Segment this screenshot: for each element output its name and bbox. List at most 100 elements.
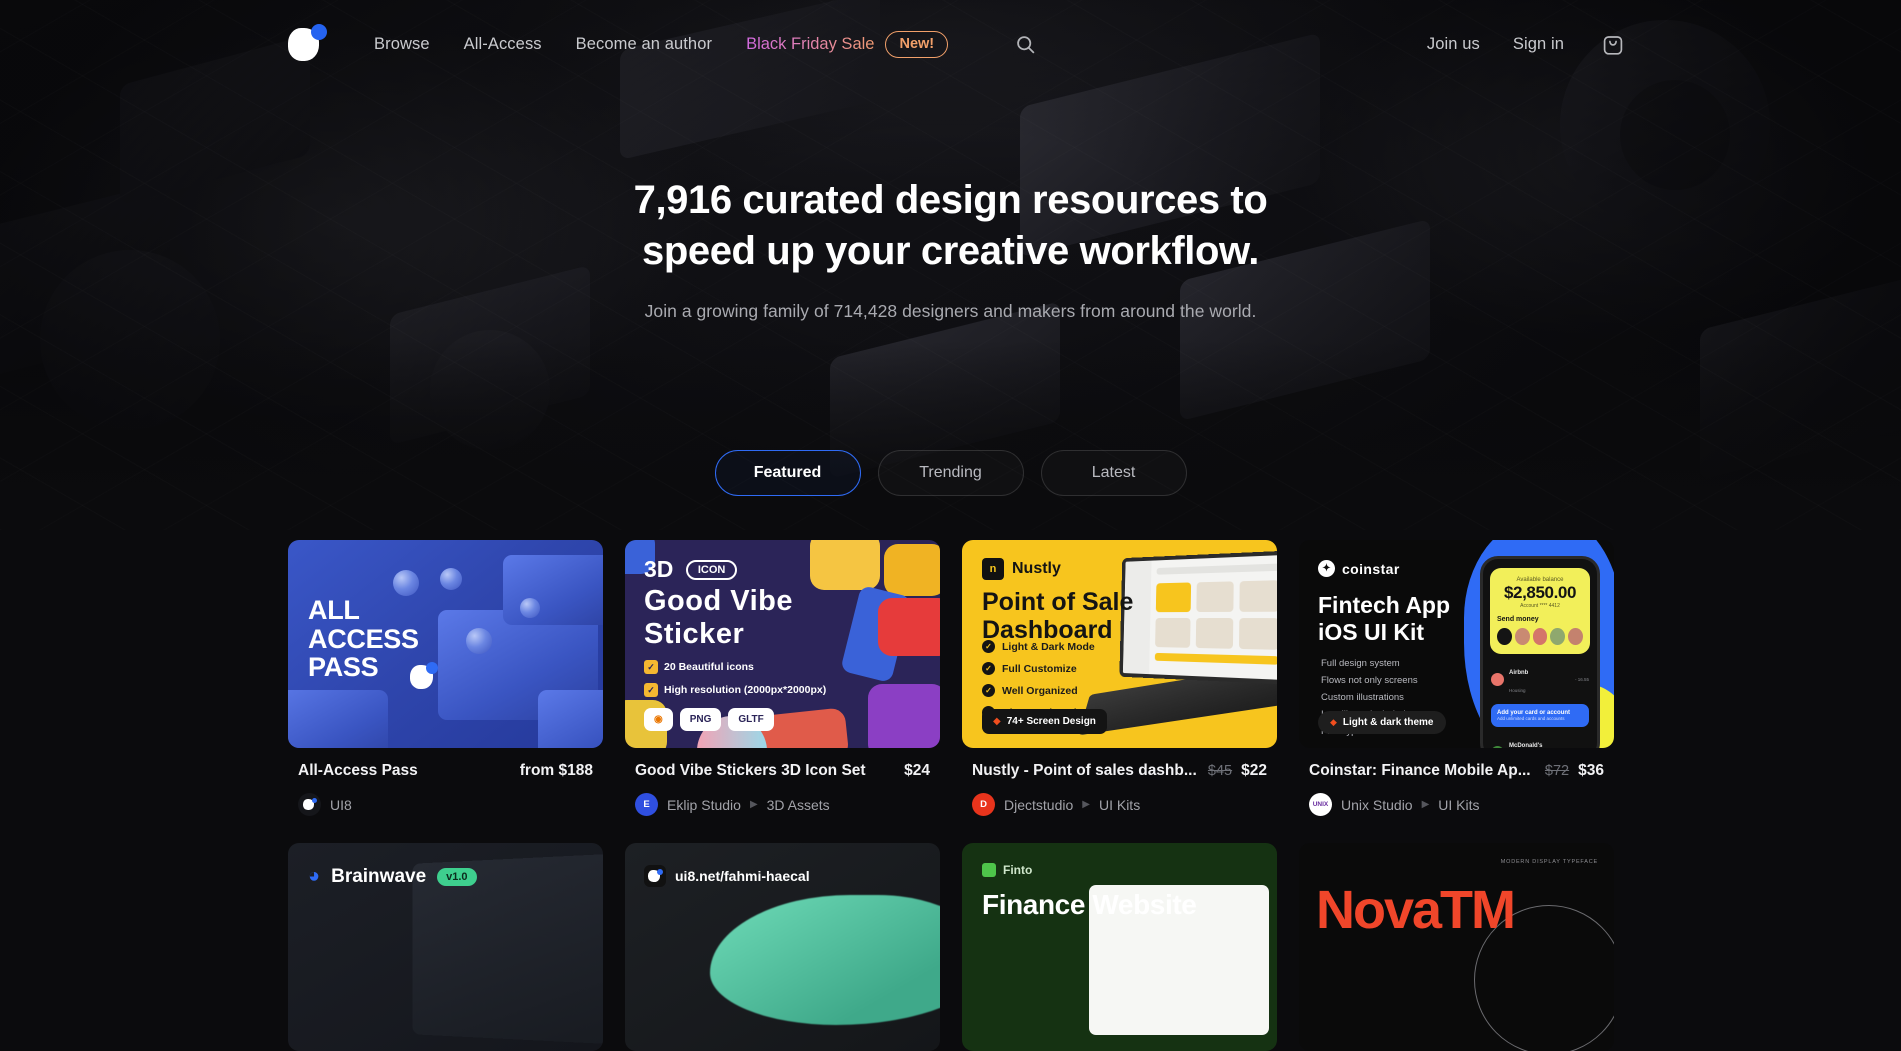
decorative-sticker xyxy=(884,544,940,596)
search-icon[interactable] xyxy=(1008,27,1042,61)
thumbnail-feature-text: Light & Dark Mode xyxy=(1002,640,1095,653)
thumbnail-line-2: iOS UI Kit xyxy=(1318,618,1425,645)
format-badge-blender: ◉ xyxy=(644,708,673,731)
phone-transaction-amount: - 16.55 xyxy=(1574,676,1589,682)
product-thumbnail-finto[interactable]: Finto Finance Website xyxy=(962,843,1277,1051)
avatar: E xyxy=(635,793,658,816)
product-price-group: $24 xyxy=(904,762,930,780)
finto-logo-icon xyxy=(982,863,996,877)
thumbnail-feature-text: Full design system xyxy=(1321,658,1400,669)
check-icon: ✓ xyxy=(982,640,995,653)
tab-latest[interactable]: Latest xyxy=(1040,450,1187,496)
version-badge: v1.0 xyxy=(437,867,477,886)
phone-account-number: Account **** 4412 xyxy=(1520,603,1560,609)
product-title[interactable]: Good Vibe Stickers 3D Icon Set xyxy=(635,762,866,780)
decorative-shape xyxy=(503,555,603,625)
thumbnail-feature: ✓ Light & Dark Mode xyxy=(982,640,1095,653)
nav-black-friday-sale[interactable]: Black Friday Sale xyxy=(746,35,874,54)
thumbnail-feature: ✓ High resolution (2000px*2000px) xyxy=(644,683,826,697)
product-title-row: All-Access Pass from $188 xyxy=(298,762,593,780)
phone-cta-card: Add your card or account Add unlimited c… xyxy=(1491,704,1589,727)
product-title-row: Coinstar: Finance Mobile Ap... $72 $36 xyxy=(1309,762,1604,780)
logo-dot-shape xyxy=(426,662,438,674)
figma-icon: ◆ xyxy=(993,716,1001,727)
thumbnail-brand-name: Brainwave xyxy=(331,865,427,887)
decorative-sticker xyxy=(868,684,940,748)
product-price: $36 xyxy=(1578,762,1604,779)
tab-trending[interactable]: Trending xyxy=(877,450,1024,496)
check-icon: ✓ xyxy=(644,660,658,674)
phone-mockup: Available balance $2,850.00 Account ****… xyxy=(1480,556,1600,748)
black-friday-sale-group: Black Friday Sale New! xyxy=(746,30,949,58)
decorative-shape xyxy=(710,895,940,1025)
product-price-group: from $188 xyxy=(520,762,593,780)
avatar xyxy=(1497,628,1512,645)
product-title[interactable]: Coinstar: Finance Mobile Ap... xyxy=(1309,762,1531,780)
nav-all-access[interactable]: All-Access xyxy=(464,35,542,54)
product-author[interactable]: Unix Studio xyxy=(1341,797,1413,813)
product-thumbnail-fahmi-haecal[interactable]: ui8.net/fahmi-haecal xyxy=(625,843,940,1051)
decorative-shape xyxy=(440,568,462,590)
figma-icon: ◆ xyxy=(1330,717,1337,727)
primary-nav: Browse All-Access Become an author Black… xyxy=(374,27,1042,61)
thumbnail-brand: n Nustly xyxy=(982,558,1061,580)
phone-send-money-label: Send money xyxy=(1497,616,1539,623)
tab-featured[interactable]: Featured xyxy=(714,450,861,496)
decorative-shape xyxy=(393,570,419,596)
product-grid-row-2: ◕ Brainwave v1.0 ui8.net/fahmi-haecal Fi… xyxy=(288,843,1618,1051)
decorative-shape xyxy=(430,330,550,450)
thumbnail-brand-name: coinstar xyxy=(1342,560,1400,577)
shopping-bag-icon[interactable] xyxy=(1597,28,1629,60)
product-thumbnail-nustly[interactable]: n Nustly Point of Sale Dashboard ✓ Light… xyxy=(962,540,1277,748)
join-us-link[interactable]: Join us xyxy=(1427,35,1480,54)
separator-icon: ▶ xyxy=(1421,799,1430,810)
avatar xyxy=(1550,628,1566,645)
thumbnail-line-1: Point of Sale xyxy=(982,588,1134,616)
nav-browse[interactable]: Browse xyxy=(374,35,430,54)
product-price-original: $72 xyxy=(1544,763,1570,779)
phone-balance-amount: $2,850.00 xyxy=(1503,583,1577,602)
thumbnail-feature-text: High resolution (2000px*2000px) xyxy=(664,684,827,696)
phone-contact-avatars xyxy=(1497,628,1583,645)
product-thumbnail-novatm[interactable]: MODERN DISPLAY TYPEFACE NovaTM xyxy=(1299,843,1614,1051)
product-price-original: $45 xyxy=(1207,763,1233,779)
product-thumbnail-good-vibe-stickers[interactable]: 3D ICON Good Vibe Sticker ✓ 20 Beautiful… xyxy=(625,540,940,748)
product-author[interactable]: Eklip Studio xyxy=(667,797,741,813)
phone-transaction-row: McDonald's Restaurant - 1,135.18 xyxy=(1491,734,1589,748)
new-badge[interactable]: New! xyxy=(885,30,949,58)
thumbnail-headline: Point of Sale Dashboard xyxy=(982,588,1133,644)
thumbnail-url: ui8.net/fahmi-haecal xyxy=(675,868,810,884)
product-author-row: D Djectstudio ▶ UI Kits xyxy=(972,793,1267,816)
avatar: UNIX xyxy=(1309,793,1332,816)
thumbnail-feature-text: Well Organized xyxy=(1002,684,1078,697)
thumbnail-brand: ✦ coinstar xyxy=(1318,560,1400,577)
product-thumbnail-all-access-pass[interactable]: ALL ACCESS PASS xyxy=(288,540,603,748)
product-author[interactable]: Djectstudio xyxy=(1004,797,1073,813)
product-category[interactable]: UI Kits xyxy=(1099,797,1140,813)
product-title[interactable]: Nustly - Point of sales dashb... xyxy=(972,762,1197,780)
product-thumbnail-brainwave[interactable]: ◕ Brainwave v1.0 xyxy=(288,843,603,1051)
separator-icon: ▶ xyxy=(1082,799,1090,810)
product-meta: Nustly - Point of sales dashb... $45 $22… xyxy=(962,748,1277,816)
ui8-logo[interactable] xyxy=(288,24,328,64)
product-thumbnail-coinstar[interactable]: ✦ coinstar Fintech App iOS UI Kit Full d… xyxy=(1299,540,1614,748)
thumbnail-headline: ALL ACCESS PASS xyxy=(308,595,419,683)
thumbnail-line-3: Sticker xyxy=(644,618,745,650)
avatar xyxy=(1532,628,1548,645)
product-category[interactable]: UI Kits xyxy=(1438,797,1479,813)
hero-fade-overlay xyxy=(0,340,1901,530)
avatar xyxy=(298,793,321,816)
coinstar-logo-icon: ✦ xyxy=(1318,560,1335,577)
product-meta: Good Vibe Stickers 3D Icon Set $24 E Ekl… xyxy=(625,748,940,816)
product-author[interactable]: UI8 xyxy=(330,797,352,813)
product-title[interactable]: All-Access Pass xyxy=(298,762,418,780)
sign-in-link[interactable]: Sign in xyxy=(1513,35,1564,54)
product-category[interactable]: 3D Assets xyxy=(767,797,830,813)
nav-become-an-author[interactable]: Become an author xyxy=(576,35,712,54)
avatar xyxy=(1491,672,1504,686)
product-author-row: UNIX Unix Studio ▶ UI Kits xyxy=(1309,793,1604,816)
avatar xyxy=(1491,745,1504,748)
decorative-shape xyxy=(288,690,388,748)
filter-tabs: Featured Trending Latest xyxy=(0,450,1901,496)
thumbnail-tag-text: 74+ Screen Design xyxy=(1006,716,1096,727)
